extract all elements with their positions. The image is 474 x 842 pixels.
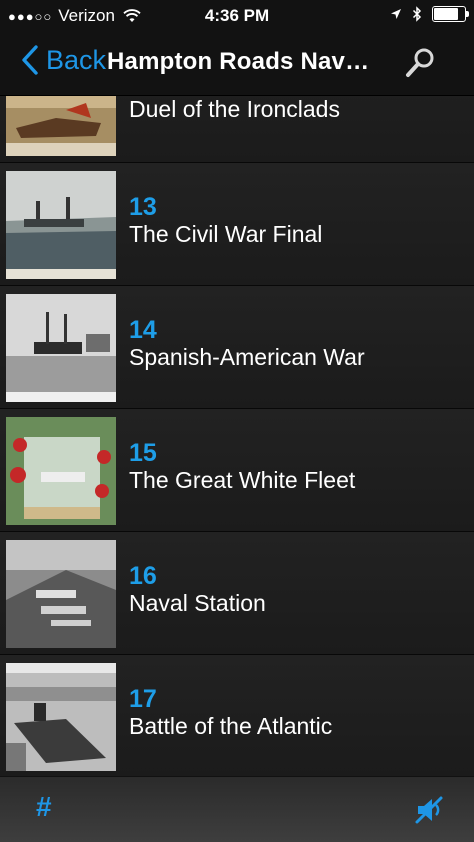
list-item[interactable]: 13 The Civil War Final — [0, 163, 474, 286]
list-item-number: 13 — [129, 193, 157, 221]
list-item-number: 15 — [129, 439, 157, 467]
list-item[interactable]: 14 Spanish-American War — [0, 286, 474, 409]
bluetooth-icon — [412, 6, 422, 22]
search-icon[interactable] — [403, 46, 437, 80]
list-item[interactable]: 16 Naval Station — [0, 532, 474, 655]
navigation-bar: Back Hampton Roads Nav… — [0, 32, 474, 96]
list-item-number: 16 — [129, 562, 157, 590]
chapter-thumbnail — [6, 96, 116, 156]
status-bar: ●●●○○ Verizon 4:36 PM — [0, 0, 474, 32]
chapter-thumbnail — [6, 294, 116, 402]
back-button[interactable]: Back — [20, 44, 106, 76]
back-label: Back — [46, 44, 107, 75]
list-item[interactable]: Duel of the Ironclads — [0, 96, 474, 163]
list-item-title: The Great White Fleet — [129, 467, 356, 493]
page-title: Hampton Roads Nav… — [107, 48, 370, 75]
list-item[interactable]: 15 The Great White Fleet — [0, 409, 474, 532]
list-item-title: Naval Station — [129, 590, 266, 616]
list-item-title: Battle of the Atlantic — [129, 713, 333, 739]
list-item-number: 14 — [129, 316, 157, 344]
location-arrow-icon — [391, 9, 401, 19]
list-item-title: Spanish-American War — [129, 344, 365, 370]
hash-button[interactable]: # — [36, 791, 52, 823]
chapter-thumbnail — [6, 663, 116, 771]
list-item[interactable]: 17 Battle of the Atlantic — [0, 655, 474, 776]
bottom-toolbar: # — [0, 776, 474, 842]
battery-fill — [434, 8, 458, 20]
list-item-title: Duel of the Ironclads — [129, 96, 340, 122]
chapter-thumbnail — [6, 417, 116, 525]
chevron-left-icon — [22, 45, 38, 75]
chapter-list: Duel of the Ironclads 13 The Civil War F… — [0, 96, 474, 776]
list-item-title: The Civil War Final — [129, 221, 323, 247]
chapter-thumbnail — [6, 540, 116, 648]
status-right — [390, 6, 469, 22]
chapter-thumbnail — [6, 171, 116, 279]
list-item-number: 17 — [129, 685, 157, 713]
battery-icon — [432, 6, 469, 22]
speaker-muted-icon[interactable] — [414, 795, 444, 825]
